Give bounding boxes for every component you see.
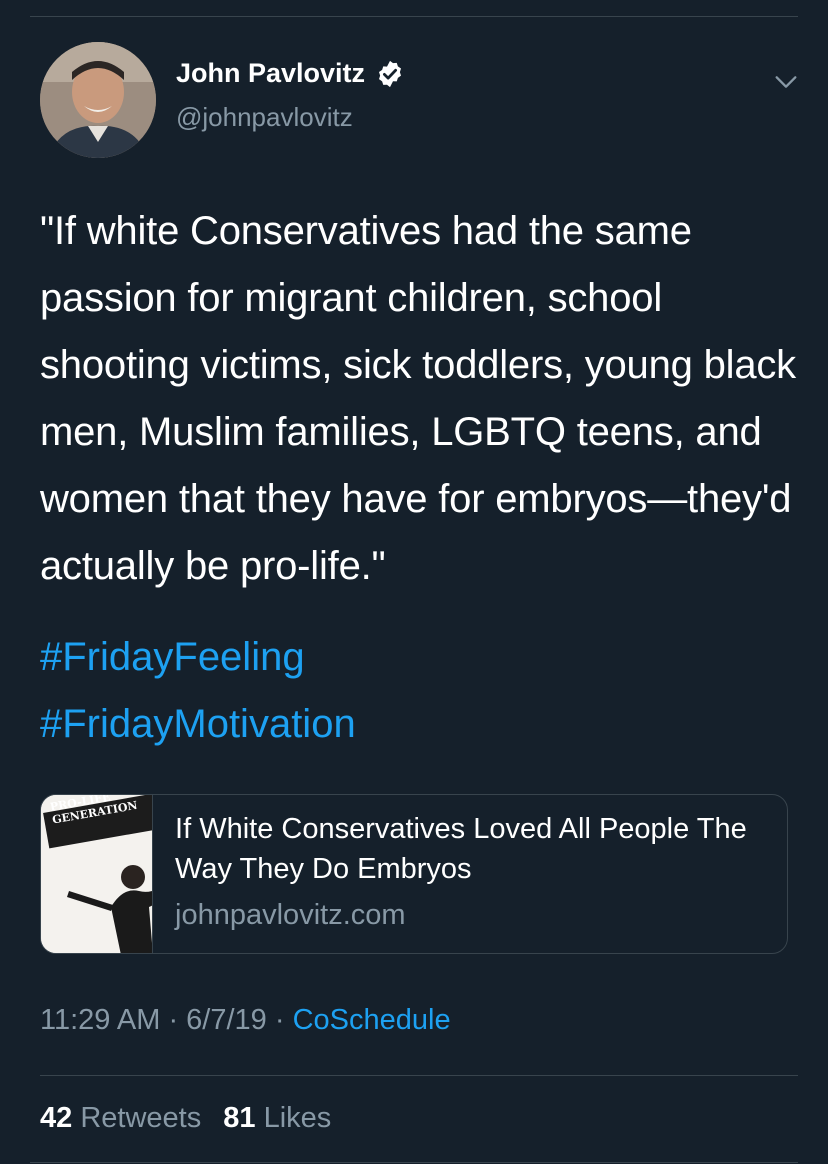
likes-stat[interactable]: 81 Likes [223, 1102, 331, 1134]
hashtag-link[interactable]: #FridayMotivation [40, 691, 356, 758]
meta-separator: · [160, 1004, 187, 1036]
top-divider [30, 16, 798, 17]
retweets-count: 42 [40, 1102, 73, 1134]
retweets-label: Retweets [80, 1102, 202, 1134]
card-thumbnail: PRO-LIFE GENERATION [41, 795, 154, 953]
bottom-divider [30, 1162, 798, 1163]
tweet-header: John Pavlovitz @johnpavlovitz [40, 42, 800, 158]
card-body: If White Conservatives Loved All People … [153, 795, 787, 953]
link-preview-card[interactable]: PRO-LIFE GENERATION If White Conservativ… [40, 794, 788, 954]
card-title[interactable]: If White Conservatives Loved All People … [175, 809, 787, 889]
tweet-meta: 11:29 AM · 6/7/19 · CoSchedule [40, 1004, 451, 1037]
name-row: John Pavlovitz [176, 58, 405, 89]
likes-label: Likes [263, 1102, 332, 1134]
verified-badge-icon [379, 60, 402, 87]
display-name[interactable]: John Pavlovitz [176, 58, 365, 89]
tweet-date: 6/7/19 [186, 1004, 267, 1036]
avatar-photo [40, 42, 156, 158]
avatar[interactable] [40, 42, 156, 158]
stats-divider [40, 1075, 798, 1076]
hashtag-link[interactable]: #FridayFeeling [40, 624, 356, 691]
card-domain: johnpavlovitz.com [175, 899, 406, 931]
meta-separator: · [266, 1004, 293, 1036]
hashtag-list: #FridayFeeling #FridayMotivation [40, 624, 356, 758]
tweet-time: 11:29 AM [40, 1004, 161, 1036]
engagement-stats: 42 Retweets 81 Likes [40, 1102, 345, 1135]
tweet-text: "If white Conservatives had the same pas… [40, 209, 796, 588]
user-handle[interactable]: @johnpavlovitz [176, 102, 353, 133]
retweets-stat[interactable]: 42 Retweets [40, 1102, 201, 1134]
tweet-source-link[interactable]: CoSchedule [293, 1004, 451, 1036]
likes-count: 81 [223, 1102, 256, 1134]
chevron-down-icon[interactable] [772, 68, 800, 96]
